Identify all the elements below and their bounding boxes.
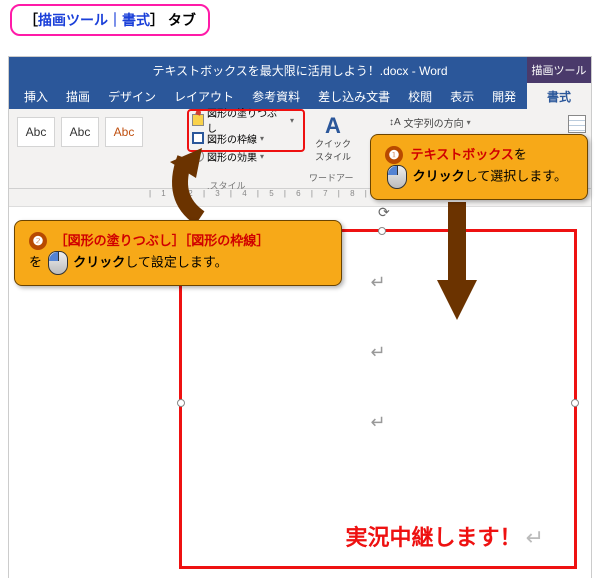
- selection-handle[interactable]: [378, 227, 386, 235]
- live-text: 実況中継します！: [346, 525, 522, 550]
- tab-mailings[interactable]: 差し込み文書: [309, 83, 399, 109]
- tab-suffix: タブ: [168, 12, 196, 28]
- chevron-down-icon: ▾: [467, 118, 471, 127]
- tab-name-blue: 描画ツール｜書式: [38, 12, 150, 28]
- text-direction-icon: ↕A: [389, 117, 401, 128]
- shape-style-1[interactable]: Abc: [17, 117, 55, 147]
- tab-insert[interactable]: 挿入: [15, 83, 57, 109]
- paragraph-mark-icon: ↵: [370, 412, 385, 433]
- callout2-red: ［図形の塗りつぶし］［図形の枠線］: [55, 233, 270, 248]
- shape-fill-button[interactable]: 図形の塗りつぶし ▾: [189, 111, 297, 129]
- callout1-tail1: を: [514, 147, 527, 162]
- chevron-down-icon: ▾: [260, 152, 264, 161]
- wordart-quick-styles[interactable]: A クイック スタイル: [309, 115, 357, 163]
- paragraph-mark-icon: ↵: [526, 525, 544, 550]
- callout2-mid: を: [29, 254, 46, 269]
- outline-icon: [192, 132, 204, 144]
- callout-step-1: ❶ テキストボックスを クリックして選択します。: [370, 134, 588, 200]
- shape-styles-gallery[interactable]: Abc Abc Abc: [9, 109, 147, 149]
- paragraph-mark-icon: ↵: [370, 272, 385, 293]
- shape-outline-label: 図形の枠線: [207, 131, 257, 146]
- ribbon-tabs: 挿入 描画 デザイン レイアウト 参考資料 差し込み文書 校閲 表示 開発 ヘル…: [9, 83, 591, 109]
- callout2-bold: クリック: [73, 254, 125, 269]
- context-tab-drawing-tools[interactable]: 描画ツール: [527, 57, 591, 83]
- window-title: テキストボックスを最大限に活用しよう！.docx - Word: [152, 62, 447, 79]
- callout1-red: テキストボックス: [411, 147, 514, 162]
- group-label-wordart: ワードアー: [309, 171, 353, 184]
- titlebar: テキストボックスを最大限に活用しよう！.docx - Word 描画ツール: [9, 57, 591, 83]
- chevron-down-icon: ▾: [290, 116, 294, 125]
- callout-step-2: ❷ ［図形の塗りつぶし］［図形の枠線］ を クリックして設定します。: [14, 220, 342, 286]
- chevron-down-icon: ▾: [260, 134, 264, 143]
- paint-bucket-icon: [192, 114, 204, 126]
- tab-draw[interactable]: 描画: [57, 83, 99, 109]
- mouse-icon: [387, 165, 407, 189]
- shape-style-3[interactable]: Abc: [105, 117, 143, 147]
- bracket-close: ］: [150, 12, 164, 28]
- tab-format-active[interactable]: 書式: [527, 83, 591, 109]
- step-number-2: ❷: [29, 232, 47, 250]
- position-icon: [568, 115, 586, 133]
- quick-styles-label: クイック スタイル: [309, 137, 357, 163]
- tab-developer[interactable]: 開発: [483, 83, 525, 109]
- callout2-tail: して設定します。: [125, 254, 227, 269]
- tab-view[interactable]: 表示: [441, 83, 483, 109]
- text-direction-button[interactable]: ↕A 文字列の方向 ▾: [389, 115, 471, 130]
- callout1-tail2: して選択します。: [465, 168, 567, 183]
- text-direction-label: 文字列の方向: [404, 115, 464, 130]
- tab-design[interactable]: デザイン: [99, 83, 165, 109]
- letter-a-icon: A: [309, 115, 357, 137]
- selection-handle[interactable]: [177, 399, 185, 407]
- rotate-handle-icon[interactable]: ⟳: [378, 204, 390, 221]
- bracket-open: ［: [24, 12, 38, 28]
- step-number-1: ❶: [385, 146, 403, 164]
- tab-review[interactable]: 校閲: [399, 83, 441, 109]
- textbox-content: 実況中継します！↵: [346, 520, 544, 552]
- callout1-bold: クリック: [413, 168, 465, 183]
- mouse-icon: [48, 251, 68, 275]
- instruction-tab-label: ［描画ツール｜書式］ タブ: [10, 4, 210, 36]
- arrow-down: [432, 202, 482, 322]
- selection-handle[interactable]: [571, 399, 579, 407]
- paragraph-mark-icon: ↵: [370, 342, 385, 363]
- shape-style-2[interactable]: Abc: [61, 117, 99, 147]
